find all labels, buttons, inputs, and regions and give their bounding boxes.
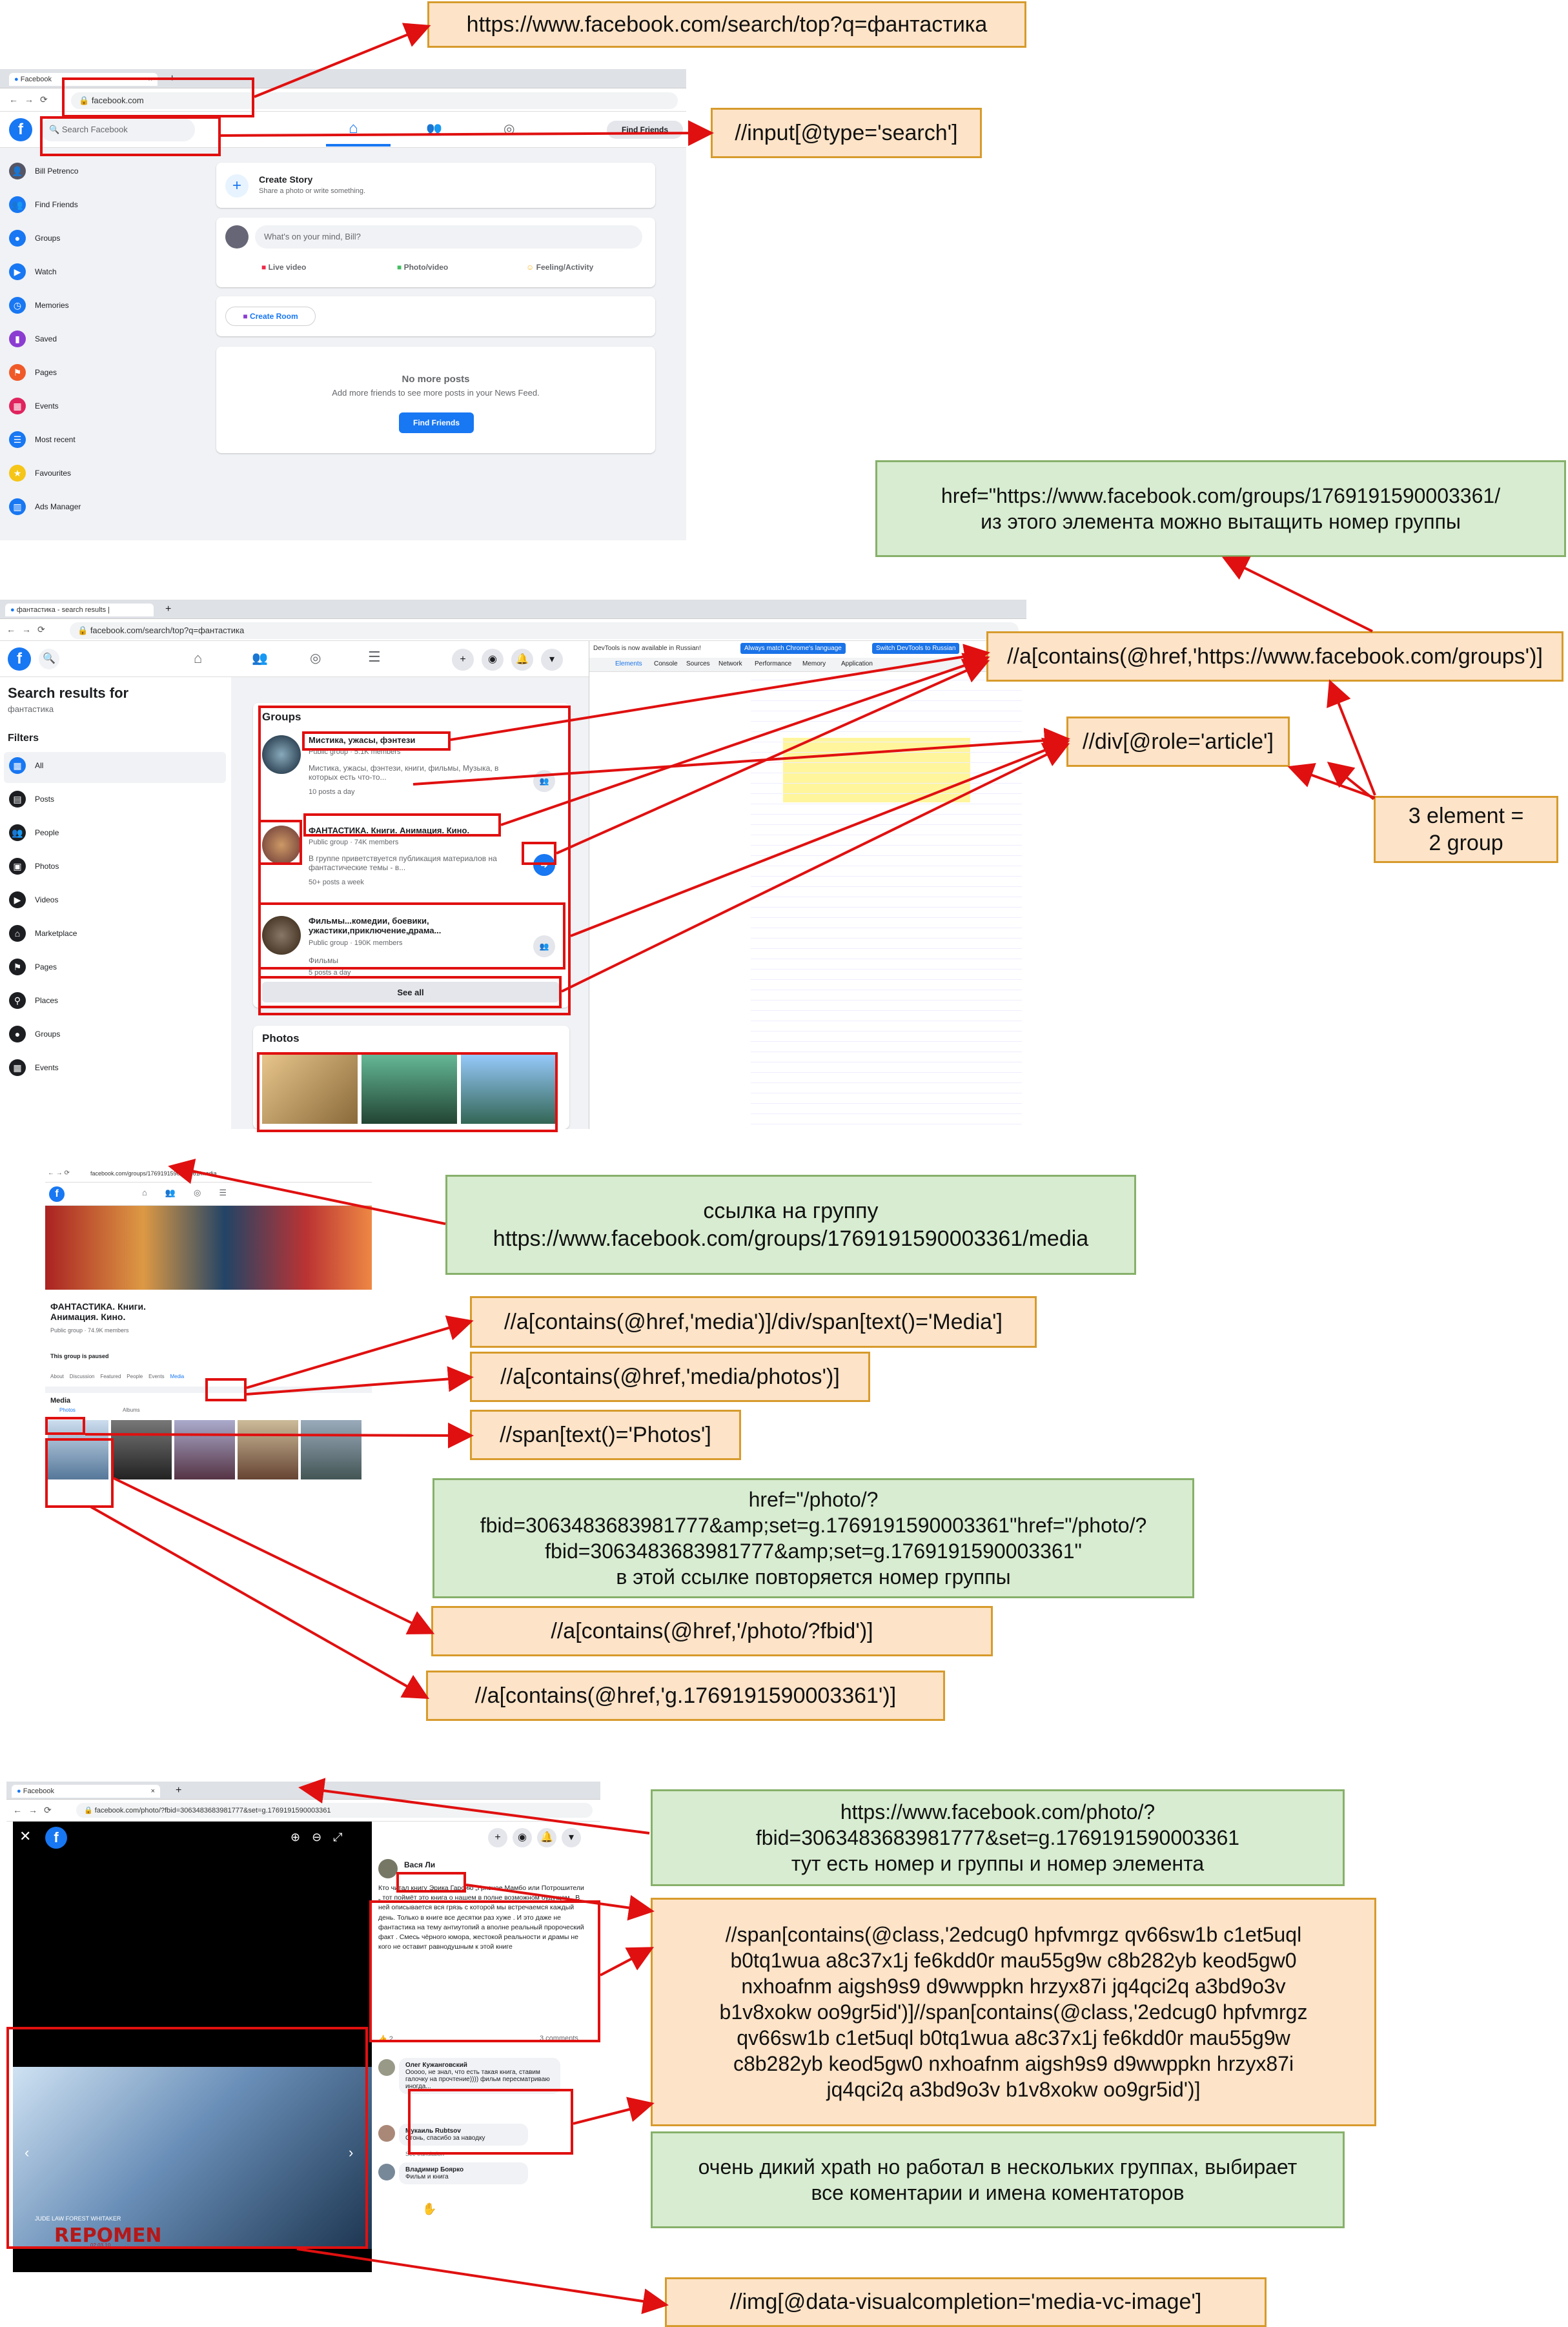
arrow — [465, 1884, 655, 1921]
arrow — [561, 743, 1070, 993]
arrow — [90, 1505, 429, 1699]
arrow — [500, 653, 990, 826]
arrow — [168, 1158, 446, 1225]
annotation-arrows — [85, 23, 1376, 2314]
arrow — [85, 1422, 474, 1448]
arrow — [450, 644, 990, 741]
arrow — [1287, 763, 1376, 799]
arrow — [1221, 556, 1373, 633]
arrow — [1327, 679, 1376, 796]
arrow — [296, 2248, 669, 2314]
arrow — [600, 1947, 655, 1976]
arrow — [573, 2097, 655, 2125]
arrow — [254, 23, 431, 98]
arrow — [298, 1778, 650, 1834]
arrow — [570, 738, 1070, 937]
arrow — [412, 727, 1070, 786]
arrow — [246, 1315, 474, 1389]
arrow — [246, 1366, 474, 1396]
arrow — [556, 658, 990, 855]
arrow — [220, 120, 714, 147]
